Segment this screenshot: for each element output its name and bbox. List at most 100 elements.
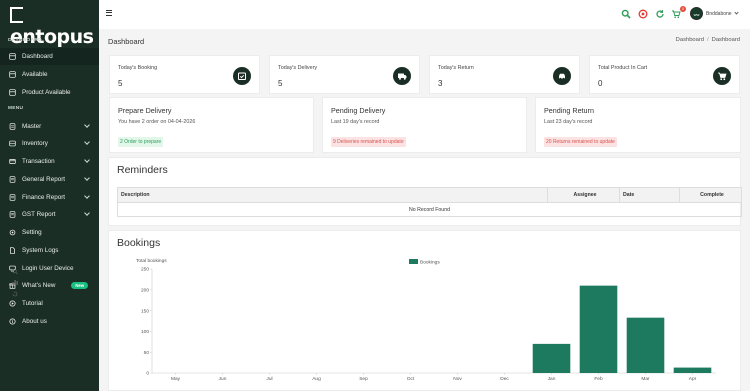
stat-card-booking[interactable]: Today's Booking 5 [109, 55, 260, 94]
zoom-icon[interactable] [12, 268, 18, 275]
column-header[interactable]: Complete [679, 187, 742, 203]
search-icon[interactable] [621, 9, 631, 19]
sidebar-item-label: System Logs [22, 247, 59, 254]
list-icon [9, 123, 16, 130]
gst-icon [9, 211, 16, 218]
chevron-down-icon [84, 157, 90, 163]
stat-value: 0 [598, 79, 603, 88]
stat-value: 5 [118, 79, 123, 88]
chevron-down-icon[interactable] [734, 10, 739, 15]
page-title: Dashboard [108, 37, 145, 46]
sidebar-item-available[interactable]: Available [0, 66, 99, 83]
new-badge: New [71, 282, 89, 289]
section-label-menu: MENU [8, 106, 24, 111]
logo-r-mark [10, 7, 23, 23]
column-header[interactable]: Description [117, 187, 548, 203]
sidebar-item-finance-report[interactable]: Finance Report [0, 189, 99, 206]
stat-label: Today's Delivery [278, 65, 318, 71]
play-icon [9, 300, 16, 307]
avatar[interactable]: ww [690, 7, 703, 20]
menu-toggle-icon[interactable] [106, 10, 112, 17]
status-badge[interactable]: 2 Order to prepare [118, 137, 164, 147]
cart-count-badge: 0 [680, 6, 686, 12]
card-subtitle: You have 2 order on 04-04-2026 [118, 119, 196, 125]
stat-value: 5 [278, 79, 283, 88]
sidebar-item-dashboard[interactable]: Dashboard [0, 48, 99, 65]
section-title: Reminders [117, 164, 168, 176]
car-icon [553, 67, 571, 85]
stat-card-cart[interactable]: Total Product In Cart 0 [589, 55, 740, 94]
chevron-down-icon [84, 122, 90, 128]
pending-delivery-card[interactable]: Pending Delivery Last 19 day's record 9 … [322, 97, 527, 153]
whatsapp-icon[interactable] [638, 9, 648, 19]
chevron-down-icon [84, 210, 90, 216]
status-badge[interactable]: 9 Deliveries remained to update [331, 137, 406, 147]
calendar-check-icon [233, 67, 251, 85]
chevron-down-icon [84, 175, 90, 181]
breadcrumb: Dashboard / Dashboard [676, 37, 740, 43]
prepare-delivery-card[interactable]: Prepare Delivery You have 2 order on 04-… [109, 97, 314, 153]
stat-label: Today's Booking [118, 65, 158, 71]
sidebar-item-label: Available [22, 71, 48, 78]
sidebar-item-label: Finance Report [22, 194, 66, 201]
bookings-panel: Bookings [108, 230, 741, 391]
sidebar-item-label: General Report [22, 176, 66, 183]
bar-chart-icon[interactable] [12, 280, 18, 285]
file-icon [9, 247, 16, 254]
sidebar-item-general-report[interactable]: General Report [0, 171, 99, 188]
empty-state-text: No Record Found [117, 202, 742, 217]
breadcrumb-separator: / [707, 37, 709, 43]
card-title: Prepare Delivery [118, 106, 172, 115]
reminders-table: Description Assignee Date Complete No Re… [117, 187, 742, 217]
stat-card-delivery[interactable]: Today's Delivery 5 [269, 55, 420, 94]
sidebar-item-system-logs[interactable]: System Logs [0, 242, 99, 259]
card-title: Pending Delivery [331, 106, 386, 115]
truck-icon [393, 67, 411, 85]
reminders-panel: Reminders Description Assignee Date Comp… [108, 157, 742, 226]
sidebar-item-label: Transaction [22, 158, 55, 165]
home-icon [9, 53, 16, 60]
section-title: Bookings [117, 237, 161, 249]
breadcrumb-link[interactable]: Dashboard [676, 37, 704, 43]
sidebar-item-label: GST Report [22, 211, 56, 218]
pending-return-card[interactable]: Pending Return Last 23 day's record 20 R… [535, 97, 741, 153]
table-header-row: Description Assignee Date Complete [117, 187, 742, 203]
sidebar-item-label: Master [22, 123, 42, 130]
finance-icon [9, 194, 16, 201]
logo-text: entopus [10, 26, 94, 48]
chart-toolbar [12, 268, 18, 297]
transaction-icon [9, 158, 16, 165]
sidebar-item-about-us[interactable]: About us [0, 313, 99, 330]
gear-icon [9, 229, 16, 236]
column-header[interactable]: Date [619, 187, 680, 203]
refresh-icon[interactable] [655, 9, 665, 19]
cart-icon [713, 67, 731, 85]
sidebar-item-label: What's New [22, 282, 56, 289]
stat-label: Today's Return [438, 65, 474, 71]
sidebar-item-label: Tutorial [22, 300, 43, 307]
sidebar-item-label: About us [22, 318, 47, 325]
breadcrumb-current: Dashboard [711, 37, 740, 43]
sidebar-item-product-available[interactable]: Product Available [0, 84, 99, 101]
sidebar-item-label: Inventory [22, 140, 48, 147]
column-header[interactable]: Assignee [547, 187, 620, 203]
stat-label: Total Product In Cart [598, 65, 648, 71]
sidebar-item-inventory[interactable]: Inventory [0, 135, 99, 152]
sidebar-item-label: Product Available [22, 89, 71, 96]
sidebar-item-label: Setting [22, 229, 42, 236]
top-header: 0 ww Bnddabone [99, 0, 750, 29]
table-row: No Record Found [117, 202, 742, 217]
user-name[interactable]: Bnddabone [706, 11, 732, 17]
stat-card-return[interactable]: Today's Return 3 [429, 55, 580, 94]
report-icon [9, 176, 16, 183]
box-icon [9, 71, 16, 78]
sidebar-item-transaction[interactable]: Transaction [0, 153, 99, 170]
sidebar-item-master[interactable]: Master [0, 118, 99, 135]
sidebar-item-setting[interactable]: Setting [0, 224, 99, 241]
sidebar-item-gst-report[interactable]: GST Report [0, 206, 99, 223]
sidebar: entopus DASHBOARD Dashboard Available Pr… [0, 0, 99, 391]
reset-icon[interactable] [12, 291, 18, 297]
sidebar-item-label: Login User Device [22, 265, 74, 272]
chevron-down-icon [84, 193, 90, 199]
status-badge[interactable]: 20 Returns remained to update [544, 137, 617, 147]
